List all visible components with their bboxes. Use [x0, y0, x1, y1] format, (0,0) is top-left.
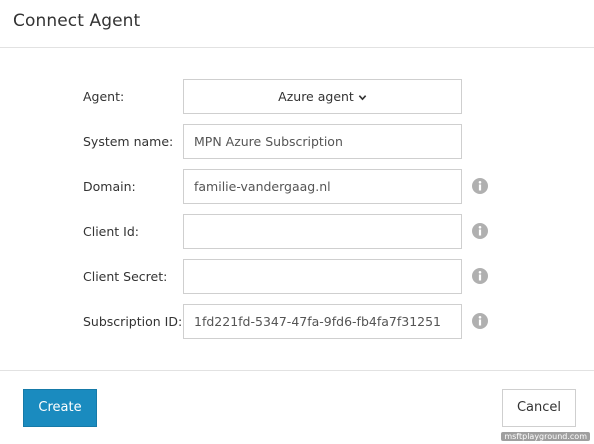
agent-select[interactable]: Azure agent — [183, 79, 462, 114]
chevron-down-icon — [358, 90, 367, 105]
dialog-header: Connect Agent — [0, 0, 594, 48]
system-name-field[interactable]: MPN Azure Subscription — [183, 124, 462, 159]
subscription-id-info-icon[interactable] — [472, 313, 488, 329]
dialog-title: Connect Agent — [13, 11, 141, 31]
system-name-label: System name: — [83, 134, 174, 149]
domain-value: familie-vandergaag.nl — [194, 179, 331, 194]
agent-select-value: Azure agent — [278, 89, 354, 104]
client-id-field[interactable] — [183, 214, 462, 249]
system-name-value: MPN Azure Subscription — [194, 134, 343, 149]
client-id-label: Client Id: — [83, 224, 139, 239]
domain-label: Domain: — [83, 179, 136, 194]
domain-field[interactable]: familie-vandergaag.nl — [183, 169, 462, 204]
domain-info-icon[interactable] — [472, 178, 488, 194]
agent-label: Agent: — [83, 89, 125, 104]
client-secret-label: Client Secret: — [83, 269, 168, 284]
client-secret-field[interactable] — [183, 259, 462, 294]
client-secret-info-icon[interactable] — [472, 268, 488, 284]
agent-select-value-wrap: Azure agent — [184, 89, 461, 105]
subscription-id-value: 1fd221fd-5347-47fa-9fd6-fb4fa7f31251 — [194, 314, 442, 329]
cancel-button[interactable]: Cancel — [502, 389, 576, 427]
subscription-id-field[interactable]: 1fd221fd-5347-47fa-9fd6-fb4fa7f31251 — [183, 304, 462, 339]
subscription-id-label: Subscription ID: — [83, 314, 183, 329]
client-id-info-icon[interactable] — [472, 223, 488, 239]
connect-agent-dialog: Connect Agent Agent: Azure agent System … — [0, 0, 594, 444]
watermark: msftplayground.com — [501, 432, 590, 441]
create-button[interactable]: Create — [23, 389, 97, 427]
